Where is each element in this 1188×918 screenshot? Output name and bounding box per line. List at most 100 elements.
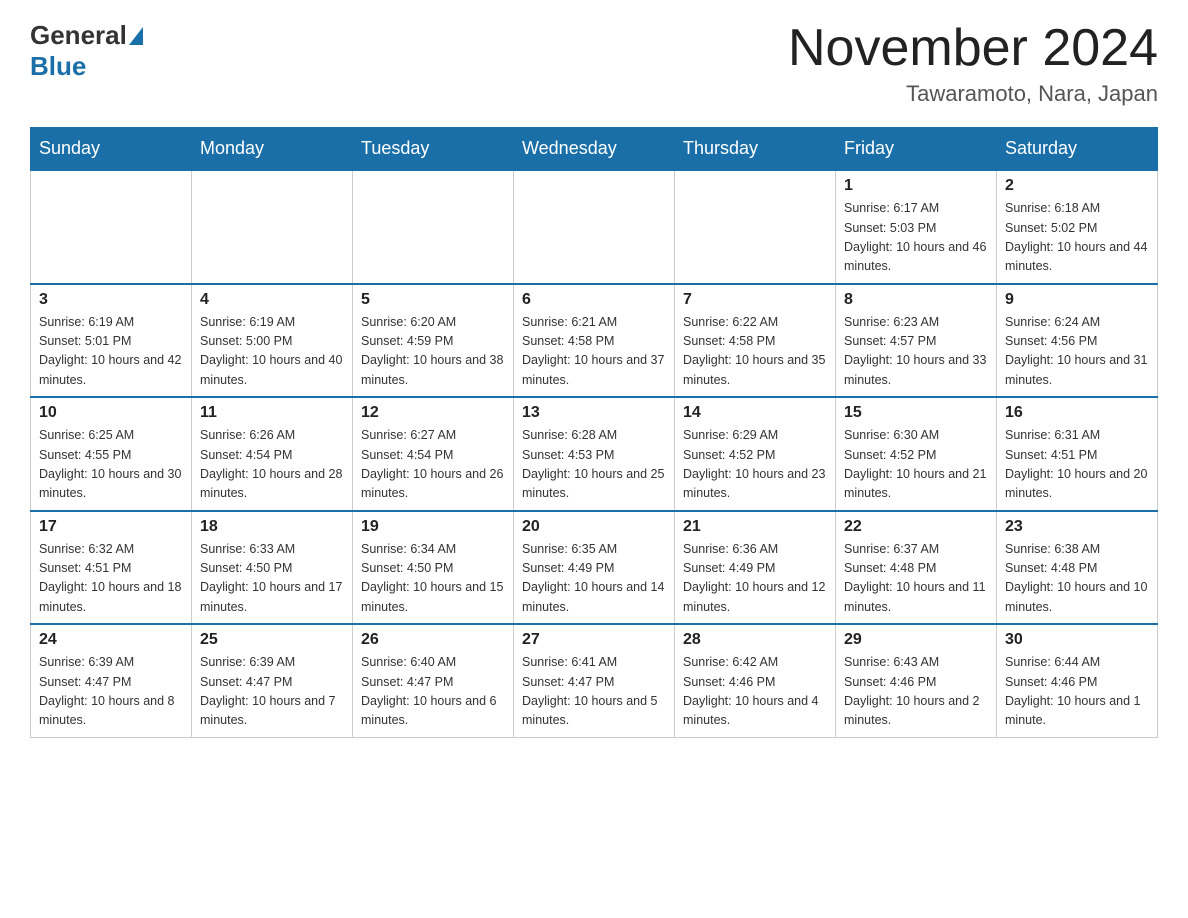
day-info: Sunrise: 6:32 AMSunset: 4:51 PMDaylight:… [39, 540, 183, 618]
day-info: Sunrise: 6:28 AMSunset: 4:53 PMDaylight:… [522, 426, 666, 504]
calendar-cell: 2 Sunrise: 6:18 AMSunset: 5:02 PMDaylight… [997, 170, 1158, 284]
calendar-cell: 1 Sunrise: 6:17 AMSunset: 5:03 PMDaylight… [836, 170, 997, 284]
weekday-header-monday: Monday [192, 128, 353, 171]
day-number: 1 [844, 177, 988, 195]
day-info: Sunrise: 6:29 AMSunset: 4:52 PMDaylight:… [683, 426, 827, 504]
day-info: Sunrise: 6:19 AMSunset: 5:01 PMDaylight:… [39, 313, 183, 391]
day-info: Sunrise: 6:34 AMSunset: 4:50 PMDaylight:… [361, 540, 505, 618]
day-number: 25 [200, 631, 344, 649]
day-number: 5 [361, 291, 505, 309]
calendar-cell: 20 Sunrise: 6:35 AMSunset: 4:49 PMDayligh… [514, 511, 675, 625]
calendar-cell: 8 Sunrise: 6:23 AMSunset: 4:57 PMDaylight… [836, 284, 997, 398]
weekday-header-row: SundayMondayTuesdayWednesdayThursdayFrid… [31, 128, 1158, 171]
day-info: Sunrise: 6:43 AMSunset: 4:46 PMDaylight:… [844, 653, 988, 731]
day-number: 3 [39, 291, 183, 309]
day-number: 22 [844, 518, 988, 536]
calendar-cell: 27 Sunrise: 6:41 AMSunset: 4:47 PMDayligh… [514, 624, 675, 737]
calendar-cell [514, 170, 675, 284]
day-info: Sunrise: 6:39 AMSunset: 4:47 PMDaylight:… [200, 653, 344, 731]
day-number: 7 [683, 291, 827, 309]
calendar-cell: 29 Sunrise: 6:43 AMSunset: 4:46 PMDayligh… [836, 624, 997, 737]
day-number: 19 [361, 518, 505, 536]
day-info: Sunrise: 6:26 AMSunset: 4:54 PMDaylight:… [200, 426, 344, 504]
weekday-header-wednesday: Wednesday [514, 128, 675, 171]
day-number: 20 [522, 518, 666, 536]
logo: General Blue [30, 20, 145, 82]
day-number: 10 [39, 404, 183, 422]
day-info: Sunrise: 6:27 AMSunset: 4:54 PMDaylight:… [361, 426, 505, 504]
day-number: 9 [1005, 291, 1149, 309]
day-info: Sunrise: 6:38 AMSunset: 4:48 PMDaylight:… [1005, 540, 1149, 618]
calendar-cell: 22Sunrise: 6:37 AMSunset: 4:48 PMDayligh… [836, 511, 997, 625]
day-number: 23 [1005, 518, 1149, 536]
day-info: Sunrise: 6:22 AMSunset: 4:58 PMDaylight:… [683, 313, 827, 391]
weekday-header-saturday: Saturday [997, 128, 1158, 171]
day-number: 29 [844, 631, 988, 649]
day-info: Sunrise: 6:31 AMSunset: 4:51 PMDaylight:… [1005, 426, 1149, 504]
day-number: 12 [361, 404, 505, 422]
day-number: 26 [361, 631, 505, 649]
day-info: Sunrise: 6:19 AMSunset: 5:00 PMDaylight:… [200, 313, 344, 391]
calendar-cell: 5 Sunrise: 6:20 AMSunset: 4:59 PMDaylight… [353, 284, 514, 398]
logo-triangle-icon [129, 27, 143, 45]
calendar-cell: 7 Sunrise: 6:22 AMSunset: 4:58 PMDaylight… [675, 284, 836, 398]
week-row-3: 10 Sunrise: 6:25 AMSunset: 4:55 PMDayligh… [31, 397, 1158, 511]
day-info: Sunrise: 6:44 AMSunset: 4:46 PMDaylight:… [1005, 653, 1149, 731]
calendar-cell [31, 170, 192, 284]
calendar-cell: 6Sunrise: 6:21 AMSunset: 4:58 PMDaylight… [514, 284, 675, 398]
month-title: November 2024 [788, 20, 1158, 77]
day-number: 17 [39, 518, 183, 536]
calendar-cell: 26 Sunrise: 6:40 AMSunset: 4:47 PMDayligh… [353, 624, 514, 737]
day-number: 15 [844, 404, 988, 422]
calendar-cell: 4 Sunrise: 6:19 AMSunset: 5:00 PMDaylight… [192, 284, 353, 398]
calendar-cell: 9 Sunrise: 6:24 AMSunset: 4:56 PMDaylight… [997, 284, 1158, 398]
calendar-cell: 23 Sunrise: 6:38 AMSunset: 4:48 PMDayligh… [997, 511, 1158, 625]
day-info: Sunrise: 6:21 AMSunset: 4:58 PMDaylight:… [522, 313, 666, 391]
calendar-cell: 30Sunrise: 6:44 AMSunset: 4:46 PMDayligh… [997, 624, 1158, 737]
calendar-cell: 11 Sunrise: 6:26 AMSunset: 4:54 PMDayligh… [192, 397, 353, 511]
weekday-header-friday: Friday [836, 128, 997, 171]
calendar-table: SundayMondayTuesdayWednesdayThursdayFrid… [30, 127, 1158, 738]
day-info: Sunrise: 6:41 AMSunset: 4:47 PMDaylight:… [522, 653, 666, 731]
calendar-cell: 3 Sunrise: 6:19 AMSunset: 5:01 PMDaylight… [31, 284, 192, 398]
day-info: Sunrise: 6:39 AMSunset: 4:47 PMDaylight:… [39, 653, 183, 731]
day-info: Sunrise: 6:40 AMSunset: 4:47 PMDaylight:… [361, 653, 505, 731]
day-number: 13 [522, 404, 666, 422]
day-number: 4 [200, 291, 344, 309]
day-info: Sunrise: 6:24 AMSunset: 4:56 PMDaylight:… [1005, 313, 1149, 391]
calendar-cell: 21Sunrise: 6:36 AMSunset: 4:49 PMDayligh… [675, 511, 836, 625]
day-info: Sunrise: 6:18 AMSunset: 5:02 PMDaylight:… [1005, 199, 1149, 277]
day-info: Sunrise: 6:30 AMSunset: 4:52 PMDaylight:… [844, 426, 988, 504]
day-number: 8 [844, 291, 988, 309]
day-number: 16 [1005, 404, 1149, 422]
week-row-1: 1 Sunrise: 6:17 AMSunset: 5:03 PMDaylight… [31, 170, 1158, 284]
day-info: Sunrise: 6:36 AMSunset: 4:49 PMDaylight:… [683, 540, 827, 618]
calendar-cell: 16 Sunrise: 6:31 AMSunset: 4:51 PMDayligh… [997, 397, 1158, 511]
day-info: Sunrise: 6:20 AMSunset: 4:59 PMDaylight:… [361, 313, 505, 391]
calendar-cell: 19 Sunrise: 6:34 AMSunset: 4:50 PMDayligh… [353, 511, 514, 625]
page-header: General Blue November 2024 Tawaramoto, N… [30, 20, 1158, 107]
day-info: Sunrise: 6:35 AMSunset: 4:49 PMDaylight:… [522, 540, 666, 618]
day-info: Sunrise: 6:25 AMSunset: 4:55 PMDaylight:… [39, 426, 183, 504]
calendar-cell [192, 170, 353, 284]
day-info: Sunrise: 6:23 AMSunset: 4:57 PMDaylight:… [844, 313, 988, 391]
day-info: Sunrise: 6:33 AMSunset: 4:50 PMDaylight:… [200, 540, 344, 618]
calendar-cell: 15 Sunrise: 6:30 AMSunset: 4:52 PMDayligh… [836, 397, 997, 511]
day-number: 2 [1005, 177, 1149, 195]
weekday-header-sunday: Sunday [31, 128, 192, 171]
calendar-cell: 12 Sunrise: 6:27 AMSunset: 4:54 PMDayligh… [353, 397, 514, 511]
day-info: Sunrise: 6:17 AMSunset: 5:03 PMDaylight:… [844, 199, 988, 277]
day-info: Sunrise: 6:42 AMSunset: 4:46 PMDaylight:… [683, 653, 827, 731]
week-row-5: 24Sunrise: 6:39 AMSunset: 4:47 PMDayligh… [31, 624, 1158, 737]
calendar-cell: 28Sunrise: 6:42 AMSunset: 4:46 PMDayligh… [675, 624, 836, 737]
day-number: 27 [522, 631, 666, 649]
calendar-cell: 10 Sunrise: 6:25 AMSunset: 4:55 PMDayligh… [31, 397, 192, 511]
day-number: 11 [200, 404, 344, 422]
calendar-cell: 24Sunrise: 6:39 AMSunset: 4:47 PMDayligh… [31, 624, 192, 737]
weekday-header-tuesday: Tuesday [353, 128, 514, 171]
calendar-cell: 13 Sunrise: 6:28 AMSunset: 4:53 PMDayligh… [514, 397, 675, 511]
logo-blue-text: Blue [30, 51, 86, 81]
calendar-cell: 17 Sunrise: 6:32 AMSunset: 4:51 PMDayligh… [31, 511, 192, 625]
day-number: 14 [683, 404, 827, 422]
calendar-cell: 18Sunrise: 6:33 AMSunset: 4:50 PMDayligh… [192, 511, 353, 625]
